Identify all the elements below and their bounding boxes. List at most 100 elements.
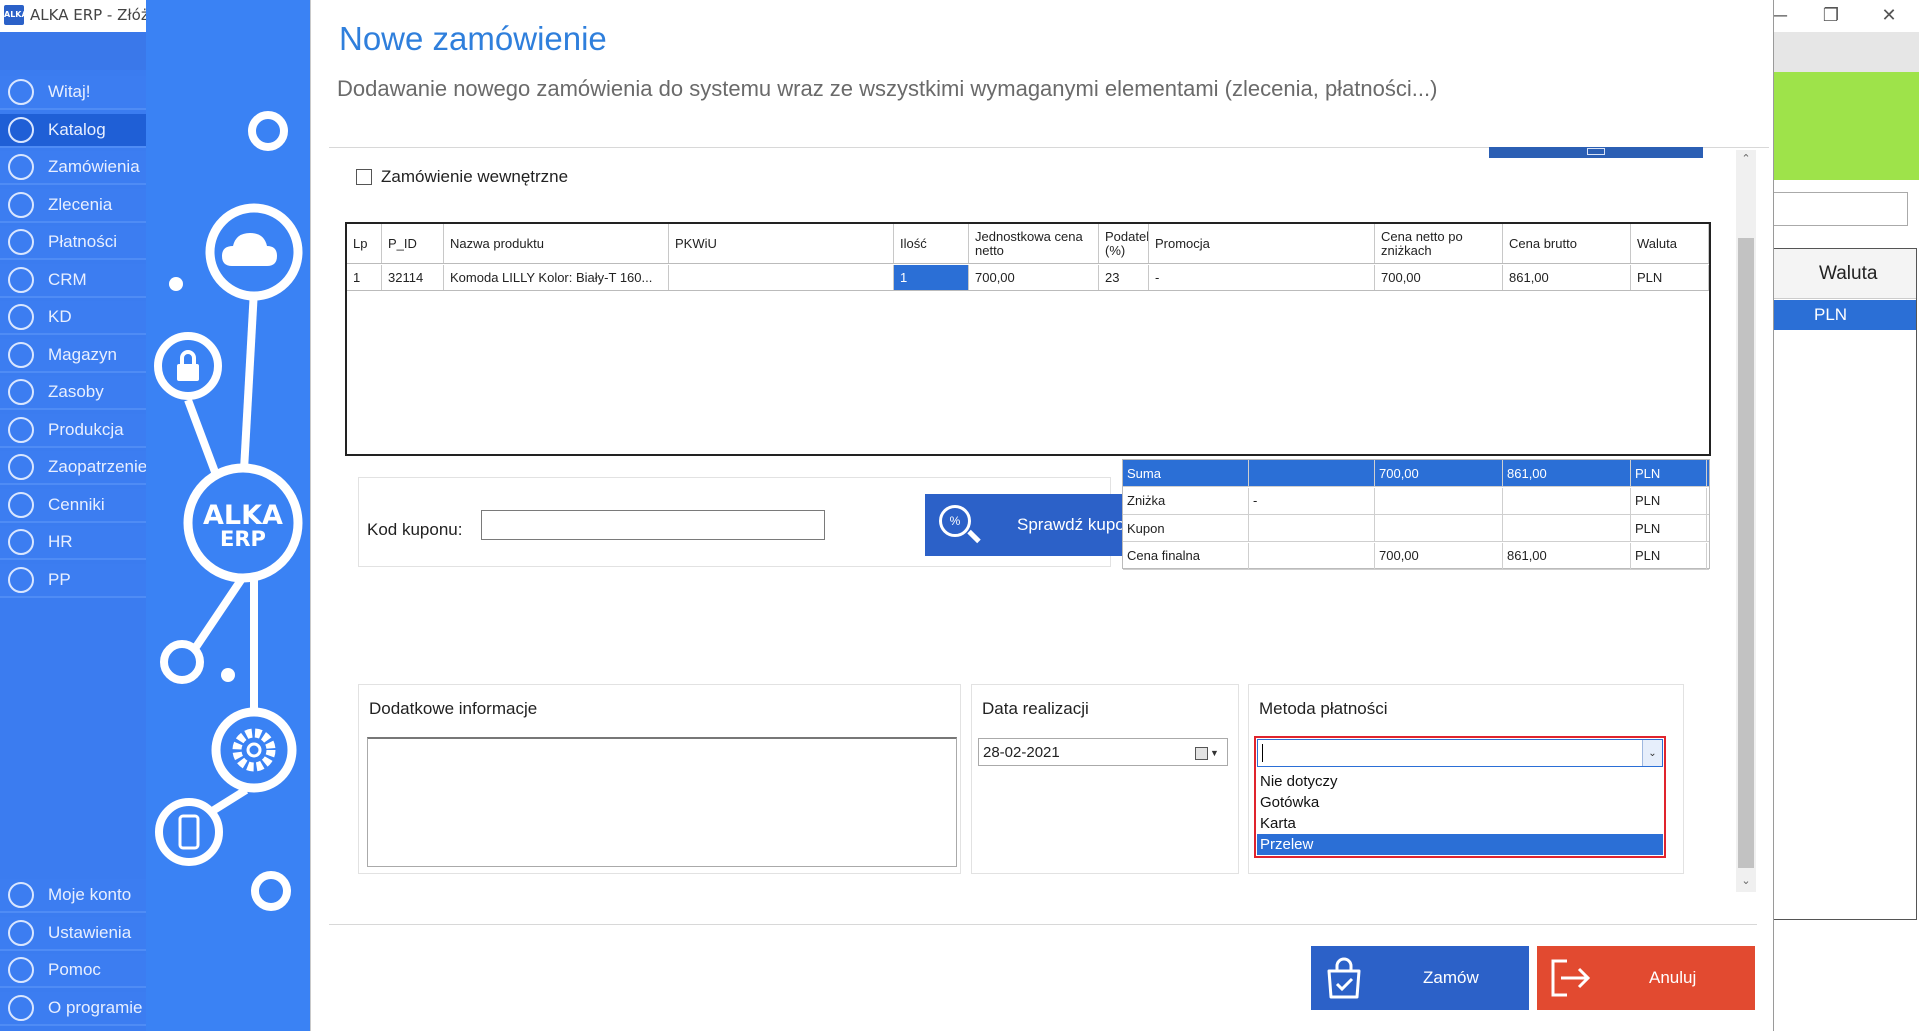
background-grid-row[interactable]: PLN: [1774, 300, 1916, 330]
grid-cell[interactable]: 32114: [382, 265, 444, 290]
grid-header-cell[interactable]: Cena netto po zniżkach: [1375, 224, 1503, 263]
calendar-tab-icon[interactable]: [1489, 147, 1703, 158]
sidebar: Witaj! Katalog Zamówienia Zlecenia Płatności…: [0, 32, 148, 1031]
grid-cell[interactable]: 700,00: [1375, 265, 1503, 290]
sidebar-item-moje-konto[interactable]: Moje konto: [0, 879, 146, 913]
truck-icon: [8, 454, 34, 480]
list-icon: [8, 191, 34, 218]
internal-order-checkbox[interactable]: Zamówienie wewnętrzne: [356, 167, 568, 187]
order-summary-table[interactable]: Suma 700,00 861,00 PLN Zniżka - PLN Kupon PLN Cen…: [1122, 459, 1710, 570]
grid-cell[interactable]: 700,00: [969, 265, 1099, 290]
account-icon: [8, 882, 34, 908]
scrollbar-thumb[interactable]: [1738, 238, 1754, 868]
grid-cell[interactable]: -: [1149, 265, 1375, 290]
check-coupon-button[interactable]: % Sprawdź kupon: [925, 494, 1145, 556]
sidebar-item-magazyn[interactable]: Magazyn: [0, 338, 146, 373]
summary-row[interactable]: Kupon PLN: [1123, 515, 1709, 542]
sidebar-item-zam-wienia[interactable]: Zamówienia: [0, 151, 146, 185]
cart-icon: [8, 154, 34, 180]
person-icon: [8, 304, 34, 330]
sidebar-item-label: Pomoc: [48, 960, 101, 979]
summary-cell: [1503, 515, 1631, 541]
payment-option[interactable]: Przelew: [1257, 834, 1663, 855]
grid-cell[interactable]: 1: [347, 265, 382, 290]
sidebar-item-label: Zasoby: [48, 382, 104, 401]
payment-option[interactable]: Nie dotyczy: [1257, 771, 1663, 792]
sidebar-item-kd[interactable]: KD: [0, 301, 146, 335]
sidebar-item-ustawienia[interactable]: Ustawienia: [0, 916, 146, 951]
grid-cell[interactable]: Komoda LILLY Kolor: Biały-T 160...: [444, 265, 669, 290]
restore-icon[interactable]: ❐: [1803, 0, 1859, 30]
coupon-input[interactable]: [481, 510, 825, 540]
summary-cell: PLN: [1631, 487, 1707, 514]
sidebar-item-label: Produkcja: [48, 419, 124, 439]
calendar-dropdown-icon[interactable]: ▼: [1195, 744, 1223, 762]
summary-row[interactable]: Zniżka - PLN: [1123, 487, 1709, 515]
sidebar-item-zlecenia[interactable]: Zlecenia: [0, 188, 146, 223]
scroll-down-icon[interactable]: ⌄: [1736, 874, 1756, 890]
sidebar-item-label: CRM: [48, 269, 87, 289]
grid-header-cell[interactable]: Podatek (%): [1099, 224, 1149, 263]
new-order-dialog: Nowe zamówienie Dodawanie nowego zamówie…: [310, 0, 1774, 1031]
additional-info-section: Dodatkowe informacje: [358, 684, 961, 874]
sidebar-item-label: Ustawienia: [48, 922, 132, 942]
sidebar-item-zasoby[interactable]: Zasoby: [0, 376, 146, 410]
footer-divider: [329, 924, 1757, 925]
summary-cell: 861,00: [1503, 542, 1631, 569]
table-row[interactable]: 1 32114 Komoda LILLY Kolor: Biały-T 160...…: [347, 265, 1709, 291]
sidebar-item-label: HR: [48, 532, 73, 551]
summary-row[interactable]: Cena finalna 700,00 861,00 PLN: [1123, 542, 1709, 570]
vertical-scrollbar[interactable]: ⌃ ⌄: [1736, 150, 1756, 892]
additional-info-textarea[interactable]: [367, 737, 957, 867]
grid-cell[interactable]: PLN: [1631, 265, 1709, 290]
dollar-icon: [8, 229, 34, 255]
grid-header-cell[interactable]: Promocja: [1149, 224, 1375, 263]
grid-header-cell[interactable]: Cena brutto: [1503, 224, 1631, 263]
payment-option[interactable]: Gotówka: [1257, 792, 1663, 813]
grid-header-cell[interactable]: Ilość: [894, 224, 969, 263]
grid-cell[interactable]: [669, 265, 894, 290]
background-toolbar: [1773, 32, 1919, 72]
grid-header-cell[interactable]: P_ID: [382, 224, 444, 263]
background-grid[interactable]: Waluta PLN: [1773, 248, 1917, 920]
grid-header-cell[interactable]: Nazwa produktu: [444, 224, 669, 263]
grid-header-cell[interactable]: Waluta: [1631, 224, 1709, 263]
grid-header-cell[interactable]: PKWiU: [669, 224, 894, 263]
realization-date-picker[interactable]: 28-02-2021 ▼: [978, 738, 1228, 766]
sidebar-item-pomoc[interactable]: Pomoc: [0, 954, 146, 988]
scroll-up-icon[interactable]: ⌃: [1736, 152, 1756, 168]
background-search-field[interactable]: [1773, 192, 1908, 226]
sidebar-item-zaopatrzenie[interactable]: Zaopatrzenie: [0, 451, 148, 485]
grid-cell[interactable]: 1: [894, 265, 969, 290]
payment-method-combobox[interactable]: ⌄ Nie dotyczy Gotówka Karta Przelew: [1254, 736, 1666, 858]
checkbox-box[interactable]: [356, 169, 372, 185]
payment-method-input[interactable]: ⌄: [1257, 739, 1663, 767]
grid-header-cell[interactable]: Jednostkowa cena netto: [969, 224, 1099, 263]
sidebar-item-o-programie[interactable]: O programie: [0, 991, 146, 1026]
summary-cell: [1249, 515, 1375, 541]
summary-row[interactable]: Suma 700,00 861,00 PLN: [1123, 460, 1709, 487]
info-icon: [8, 994, 34, 1021]
order-button[interactable]: Zamów: [1311, 946, 1529, 1010]
sidebar-item-produkcja[interactable]: Produkcja: [0, 413, 146, 448]
sidebar-item-crm[interactable]: CRM: [0, 263, 146, 298]
grid-cell[interactable]: 23: [1099, 265, 1149, 290]
cancel-button[interactable]: Anuluj: [1537, 946, 1755, 1010]
sidebar-item-witaj-[interactable]: Witaj!: [0, 76, 146, 110]
sidebar-item-p-atno-ci[interactable]: Płatności: [0, 226, 146, 260]
grid-cell[interactable]: 861,00: [1503, 265, 1631, 290]
grid-header-cell[interactable]: Lp: [347, 224, 382, 263]
summary-cell: PLN: [1631, 460, 1707, 486]
network-illustration: ALKA ERP: [154, 111, 303, 911]
sidebar-item-label: Zaopatrzenie: [48, 457, 148, 476]
sidebar-item-label: Cenniki: [48, 494, 105, 514]
payment-option[interactable]: Karta: [1257, 813, 1663, 834]
close-icon[interactable]: ✕: [1861, 0, 1917, 30]
sidebar-item-hr[interactable]: HR: [0, 526, 146, 560]
sidebar-item-label: Magazyn: [48, 344, 117, 364]
sidebar-item-pp[interactable]: PP: [0, 563, 146, 598]
order-items-grid[interactable]: Lp P_ID Nazwa produktu PKWiU Ilość Jednostkow…: [345, 222, 1711, 456]
sidebar-item-katalog[interactable]: Katalog: [0, 113, 146, 148]
chevron-down-icon[interactable]: ⌄: [1642, 740, 1662, 766]
sidebar-item-cenniki[interactable]: Cenniki: [0, 488, 146, 523]
